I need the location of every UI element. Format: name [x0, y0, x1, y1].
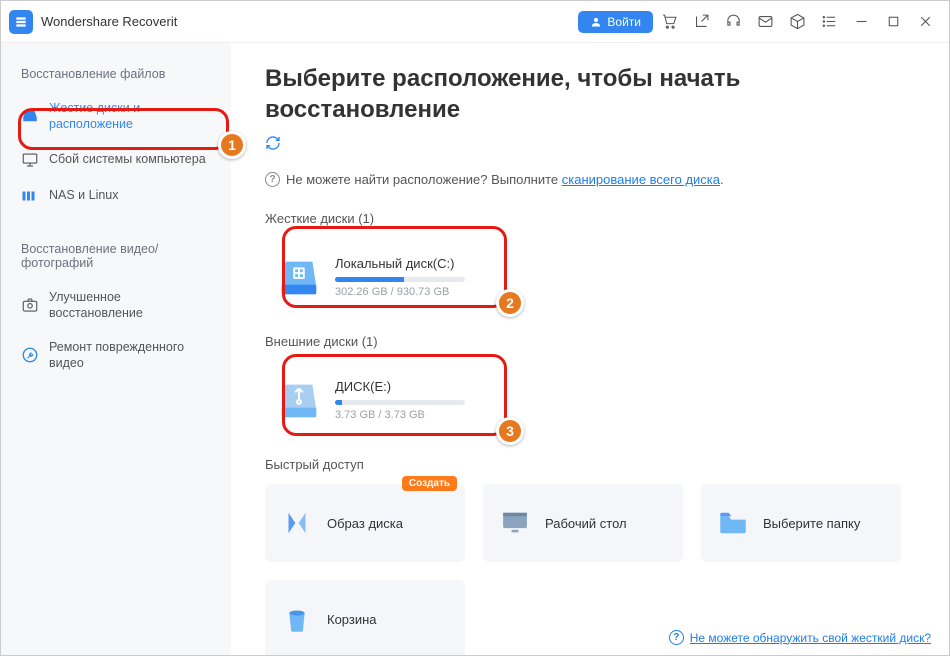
- wrench-icon: [21, 346, 39, 364]
- help-icon: ?: [669, 630, 684, 645]
- desktop-icon: [497, 505, 533, 541]
- quick-label: Корзина: [327, 612, 377, 627]
- quick-recycle-bin[interactable]: Корзина: [265, 580, 465, 655]
- sidebar-item-label: NAS и Linux: [49, 187, 119, 203]
- nas-icon: [21, 187, 39, 205]
- sidebar-item-repair[interactable]: Ремонт поврежденного видео: [1, 330, 231, 381]
- section-quick-title: Быстрый доступ: [265, 457, 915, 472]
- sidebar-item-nas[interactable]: NAS и Linux: [1, 178, 231, 214]
- refresh-icon[interactable]: [265, 135, 281, 156]
- main-content: Выберите расположение, чтобы начать восс…: [231, 43, 949, 655]
- footer-help-link[interactable]: Не можете обнаружить свой жесткий диск?: [690, 631, 931, 645]
- disk-capacity: 302.26 GB / 930.73 GB: [335, 286, 465, 298]
- quick-select-folder[interactable]: Выберите папку: [701, 484, 901, 562]
- sidebar: Восстановление файлов Жестие диски и рас…: [1, 43, 231, 655]
- sidebar-item-label: Ремонт поврежденного видео: [49, 339, 211, 372]
- disk-name: ДИСК(E:): [335, 379, 465, 394]
- maximize-button[interactable]: [877, 6, 909, 38]
- app-title: Wondershare Recoverit: [41, 14, 177, 29]
- quick-label: Рабочий стол: [545, 516, 627, 531]
- disk-image-icon: [279, 505, 315, 541]
- trash-icon: [279, 601, 315, 637]
- export-icon[interactable]: [685, 6, 717, 38]
- section-hdd-title: Жесткие диски (1): [265, 211, 915, 226]
- sidebar-item-label: Улучшенное восстановление: [49, 289, 211, 322]
- footer-help: ? Не можете обнаружить свой жесткий диск…: [669, 630, 931, 645]
- disk-card-e[interactable]: ДИСК(E:) 3.73 GB / 3.73 GB: [265, 361, 475, 439]
- cube-icon[interactable]: [781, 6, 813, 38]
- section-ext-title: Внешние диски (1): [265, 334, 915, 349]
- list-icon[interactable]: [813, 6, 845, 38]
- titlebar: Wondershare Recoverit Войти: [1, 1, 949, 43]
- sidebar-group-media: Восстановление видео/фотографий: [1, 236, 231, 280]
- disk-name: Локальный диск(C:): [335, 256, 465, 271]
- sidebar-item-drives[interactable]: Жестие диски и расположение: [1, 91, 231, 142]
- cart-icon[interactable]: [653, 6, 685, 38]
- quick-label: Образ диска: [327, 516, 403, 531]
- drive-icon: [21, 107, 39, 125]
- disk-card-c[interactable]: Локальный диск(C:) 302.26 GB / 930.73 GB: [265, 238, 475, 316]
- hint-text: ? Не можете найти расположение? Выполнит…: [265, 172, 915, 187]
- minimize-button[interactable]: [845, 6, 877, 38]
- login-label: Войти: [607, 15, 641, 29]
- monitor-icon: [21, 151, 39, 169]
- usb-drive-icon: [275, 376, 323, 424]
- close-button[interactable]: [909, 6, 941, 38]
- full-scan-link[interactable]: сканирование всего диска: [562, 172, 720, 187]
- hdd-icon: [275, 253, 323, 301]
- sidebar-item-label: Жестие диски и расположение: [49, 100, 211, 133]
- sidebar-group-files: Восстановление файлов: [1, 61, 231, 91]
- quick-desktop[interactable]: Рабочий стол: [483, 484, 683, 562]
- sidebar-item-crash[interactable]: Сбой системы компьютера: [1, 142, 231, 178]
- progress-bar: [335, 400, 465, 405]
- app-window: { "app": { "title": "Wondershare Recover…: [0, 0, 950, 656]
- quick-disk-image[interactable]: Создать Образ диска: [265, 484, 465, 562]
- sidebar-item-label: Сбой системы компьютера: [49, 151, 206, 167]
- quick-label: Выберите папку: [763, 516, 860, 531]
- headset-icon[interactable]: [717, 6, 749, 38]
- disk-capacity: 3.73 GB / 3.73 GB: [335, 409, 465, 421]
- app-logo-icon: [9, 10, 33, 34]
- mail-icon[interactable]: [749, 6, 781, 38]
- folder-icon: [715, 505, 751, 541]
- info-icon: ?: [265, 172, 280, 187]
- page-title: Выберите расположение, чтобы начать восс…: [265, 63, 915, 125]
- login-button[interactable]: Войти: [578, 11, 653, 33]
- camera-icon: [21, 296, 39, 314]
- create-badge: Создать: [402, 476, 457, 491]
- progress-bar: [335, 277, 465, 282]
- sidebar-item-enhanced[interactable]: Улучшенное восстановление: [1, 280, 231, 331]
